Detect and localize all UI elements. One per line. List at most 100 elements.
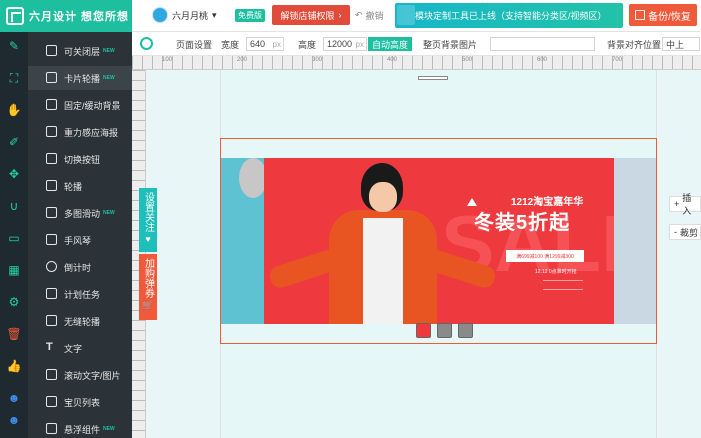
bg-align-select[interactable]: 中上 xyxy=(662,37,700,51)
page-settings-toolbar: 页面设置 宽度 640 px 高度 12000 px 自动高度 整页背景图片 背… xyxy=(132,32,701,56)
layer-icon xyxy=(46,45,57,56)
user-menu[interactable]: 六月月桃 ▾ xyxy=(152,7,217,23)
logo[interactable]: 六月设计 想您所想 xyxy=(0,0,132,32)
ruler-icon[interactable]: ▭ xyxy=(6,230,22,246)
selected-module-outline xyxy=(220,138,657,344)
menu-item-label: 宝贝列表 xyxy=(64,397,101,408)
plus-icon: + xyxy=(674,199,680,209)
menu-item-scheduled-task[interactable]: 计划任务 xyxy=(28,282,132,306)
menu-item-label: 重力感应海报 xyxy=(64,127,119,138)
image-icon xyxy=(46,72,57,83)
crop-label: 裁剪 xyxy=(680,227,699,238)
text-icon: T xyxy=(46,341,53,353)
insert-label: 插入 xyxy=(682,193,692,216)
carousel-dot-3[interactable] xyxy=(458,323,473,338)
menu-item-label: 无缝轮播 xyxy=(64,316,101,327)
announcement-image xyxy=(397,5,415,25)
chevron-down-icon: ▾ xyxy=(212,9,217,20)
menu-item-toggle-button[interactable]: 切换按钮 xyxy=(28,147,132,171)
menu-item-label: 倒计时 xyxy=(64,262,92,273)
ruler-tick: 400 xyxy=(387,57,398,63)
like-icon[interactable]: 👍 xyxy=(6,358,22,374)
bg-align-label: 背景对齐位置 xyxy=(607,39,662,50)
undo-label: 撤销 xyxy=(365,11,384,21)
chevron-right-icon: › xyxy=(338,10,342,20)
face-icon[interactable]: ☻ xyxy=(6,412,22,428)
clock-icon xyxy=(46,261,57,272)
page-settings-label: 页面设置 xyxy=(176,39,213,50)
insert-button[interactable]: + 插入 xyxy=(669,193,701,216)
new-badge: NEW xyxy=(103,426,115,432)
announcement-banner[interactable]: 模块定制工具已上线（支持智能分类区/视频区） xyxy=(395,3,623,28)
crop-button[interactable]: - 裁剪 xyxy=(669,224,701,240)
menu-item-label: 手风琴 xyxy=(64,235,92,246)
coupon-float-panel[interactable]: 加购弹券 🛒 xyxy=(139,254,157,320)
follow-text: 设置关注 xyxy=(142,192,154,232)
height-input[interactable]: 12000 px xyxy=(323,37,367,51)
menu-item-card-carousel[interactable]: 卡片轮播 NEW xyxy=(28,66,132,90)
menu-item-text[interactable]: T 文字 xyxy=(28,336,132,360)
avatar xyxy=(152,7,168,23)
gear-icon[interactable]: ⚙ xyxy=(6,294,22,310)
menu-item-label: 切换按钮 xyxy=(64,154,101,165)
logo-text: 六月设计 想您所想 xyxy=(29,11,130,23)
backup-icon xyxy=(635,10,646,20)
ruler-tick: 300 xyxy=(312,57,323,63)
menu-item-label: 卡片轮播 xyxy=(64,73,101,84)
calendar-icon xyxy=(46,288,57,299)
username: 六月月桃 xyxy=(172,10,209,21)
width-input[interactable]: 640 px xyxy=(246,37,284,51)
pen-icon[interactable]: ✐ xyxy=(6,134,22,150)
edit-icon[interactable]: ✎ xyxy=(6,38,22,54)
crop-icon[interactable]: ⛶ xyxy=(6,70,22,86)
new-badge: NEW xyxy=(103,48,115,54)
menu-item-label: 悬浮组件 xyxy=(64,424,101,435)
ruler-tick: 100 xyxy=(162,57,173,63)
carousel-dot-1[interactable] xyxy=(416,323,431,338)
menu-item-closable-layer[interactable]: 可关闭层 NEW xyxy=(28,39,132,63)
carousel-icon xyxy=(46,315,57,326)
menu-item-gravity-poster[interactable]: 重力感应海报 xyxy=(28,120,132,144)
list-icon xyxy=(46,396,57,407)
grid-icon[interactable]: ▦ xyxy=(6,262,22,278)
menu-item-floating-widget[interactable]: 悬浮组件 NEW xyxy=(28,417,132,438)
button-icon xyxy=(46,153,57,164)
image-icon xyxy=(46,126,57,137)
widget-icon xyxy=(46,423,57,434)
menu-item-seamless-carousel[interactable]: 无缝轮播 xyxy=(28,309,132,333)
backup-restore-button[interactable]: 备份/恢复 xyxy=(629,4,697,26)
menu-item-carousel[interactable]: 轮播 xyxy=(28,174,132,198)
height-value: 12000 xyxy=(327,39,353,49)
trash-icon[interactable]: 🗑 xyxy=(6,326,22,342)
menu-item-label: 多图滑动 xyxy=(64,208,101,219)
image-icon xyxy=(46,207,57,218)
heart-icon: ♥ xyxy=(145,234,151,244)
unlock-button[interactable]: 解锁店铺权限 › xyxy=(272,5,350,25)
magnet-icon[interactable]: ∪ xyxy=(6,198,22,214)
unlock-label: 解锁店铺权限 xyxy=(280,10,335,21)
menu-item-product-list[interactable]: 宝贝列表 xyxy=(28,390,132,414)
resize-handle[interactable] xyxy=(418,76,448,80)
undo-button[interactable]: ↶ 撤销 xyxy=(355,9,384,22)
menu-item-scrolling-text[interactable]: 滚动文字/图片 xyxy=(28,363,132,387)
backup-label: 备份/恢复 xyxy=(648,11,691,23)
menu-item-accordion[interactable]: 手风琴 xyxy=(28,228,132,252)
logo-icon xyxy=(6,7,24,25)
width-label: 宽度 xyxy=(221,39,240,50)
component-menu: 可关闭层 NEW 卡片轮播 NEW 固定/缓动背景 重力感应海报 切换按钮 轮播… xyxy=(28,32,132,438)
settings-gear-icon[interactable] xyxy=(140,37,153,50)
cart-text: 加购弹券 xyxy=(142,258,154,298)
width-unit: px xyxy=(272,39,281,49)
menu-item-multi-slide[interactable]: 多图滑动 NEW xyxy=(28,201,132,225)
menu-item-label: 计划任务 xyxy=(64,289,101,300)
hand-icon[interactable]: ✋ xyxy=(6,102,22,118)
bg-image-input[interactable] xyxy=(490,37,595,51)
auto-height-button[interactable]: 自动高度 xyxy=(368,37,412,51)
layout-icon[interactable]: ✥ xyxy=(6,166,22,182)
follow-float-panel[interactable]: 设置关注 ♥ xyxy=(139,188,157,252)
scroll-text-icon xyxy=(46,369,57,380)
carousel-dot-2[interactable] xyxy=(437,323,452,338)
face-icon[interactable]: ☻ xyxy=(6,390,22,406)
menu-item-countdown[interactable]: 倒计时 xyxy=(28,255,132,279)
menu-item-fixed-background[interactable]: 固定/缓动背景 xyxy=(28,93,132,117)
